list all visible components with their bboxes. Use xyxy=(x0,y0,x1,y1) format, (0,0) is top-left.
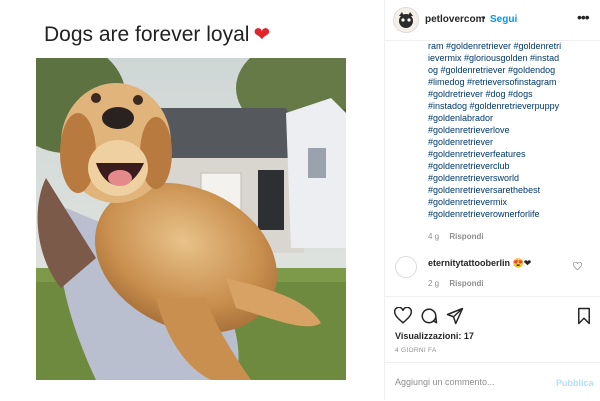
more-options-icon[interactable]: ••• xyxy=(577,9,590,25)
hashtag-line[interactable]: #goldenlabrador xyxy=(428,112,598,124)
comment-avatar[interactable] xyxy=(395,256,417,278)
hashtag-line[interactable]: #goldenretriever xyxy=(428,136,598,148)
views-count: Visualizzazioni: 17 xyxy=(395,331,474,341)
video-caption-title: Dogs are forever loyal ❤ xyxy=(44,22,270,47)
video-caption-text: Dogs are forever loyal xyxy=(44,23,250,46)
hashtag-line[interactable]: #goldenretrievermix xyxy=(428,196,598,208)
comment-row: eternitytattooberlin 😍❤ xyxy=(428,258,531,269)
comment-meta: 2 g Rispondi xyxy=(428,279,492,288)
bookmark-icon[interactable] xyxy=(575,307,595,327)
post-caption-hashtags: ram #goldenretriever #goldenretri ieverm… xyxy=(428,40,598,220)
hashtag-line[interactable]: #goldenretrieverownerforlife xyxy=(428,208,598,220)
comment-icon[interactable] xyxy=(420,307,440,327)
hashtag-line[interactable]: og #goldenretriever #goldendog xyxy=(428,64,598,76)
hashtag-line[interactable]: ievermix #gloriousgolden #instad xyxy=(428,52,598,64)
separator-dot: • xyxy=(482,13,486,24)
share-icon[interactable] xyxy=(446,307,466,327)
publish-button[interactable]: Pubblica xyxy=(556,378,594,388)
dog-avatar-icon xyxy=(394,8,418,32)
heart-outline-small-icon xyxy=(573,261,582,271)
hashtag-line[interactable]: #goldenretrieverfeatures xyxy=(428,148,598,160)
add-comment-bar: Pubblica xyxy=(385,362,600,401)
heart-outline-icon[interactable] xyxy=(393,306,414,327)
hashtag-line[interactable]: #goldenretrieverlove xyxy=(428,124,598,136)
post-username[interactable]: petlovercom xyxy=(425,14,484,25)
dog-photo xyxy=(36,58,346,380)
hashtag-line[interactable]: #limedog #retrieversofinstagram xyxy=(428,76,598,88)
comment-reply-button[interactable]: Rispondi xyxy=(449,279,483,288)
caption-reply-button[interactable]: Rispondi xyxy=(449,232,483,241)
post-time-ago: 4 GIORNI FA xyxy=(395,347,437,354)
post-sidebar: petlovercom • Segui ••• ram #goldenretri… xyxy=(385,0,600,400)
caption-age: 4 g xyxy=(428,232,440,241)
comment-username[interactable]: eternitytattooberlin xyxy=(428,258,510,268)
hashtag-line[interactable]: #goldenretrieverclub xyxy=(428,160,598,172)
caption-meta: 4 g Rispondi xyxy=(428,232,492,241)
red-heart-icon: ❤ xyxy=(253,24,271,46)
comment-input[interactable] xyxy=(395,373,545,391)
hashtag-line[interactable]: #instadog #goldenretrieverpuppy xyxy=(428,100,598,112)
hashtag-line[interactable]: #goldretriever #dog #dogs xyxy=(428,88,598,100)
comment-age: 2 g xyxy=(428,279,440,288)
dog-video-frame[interactable] xyxy=(36,58,346,380)
profile-avatar[interactable] xyxy=(393,7,419,33)
comment-text: 😍❤ xyxy=(512,258,532,268)
hashtag-line[interactable]: #goldenretrieversworld xyxy=(428,172,598,184)
like-comment-icon[interactable] xyxy=(573,261,582,273)
hashtag-line[interactable]: ram #goldenretriever #goldenretri xyxy=(428,40,598,52)
post-media: Dogs are forever loyal ❤ xyxy=(0,0,385,400)
hashtag-line[interactable]: #goldenretrieversarethebest xyxy=(428,184,598,196)
follow-button[interactable]: Segui xyxy=(490,14,517,25)
post-header: petlovercom • Segui ••• xyxy=(385,0,600,41)
